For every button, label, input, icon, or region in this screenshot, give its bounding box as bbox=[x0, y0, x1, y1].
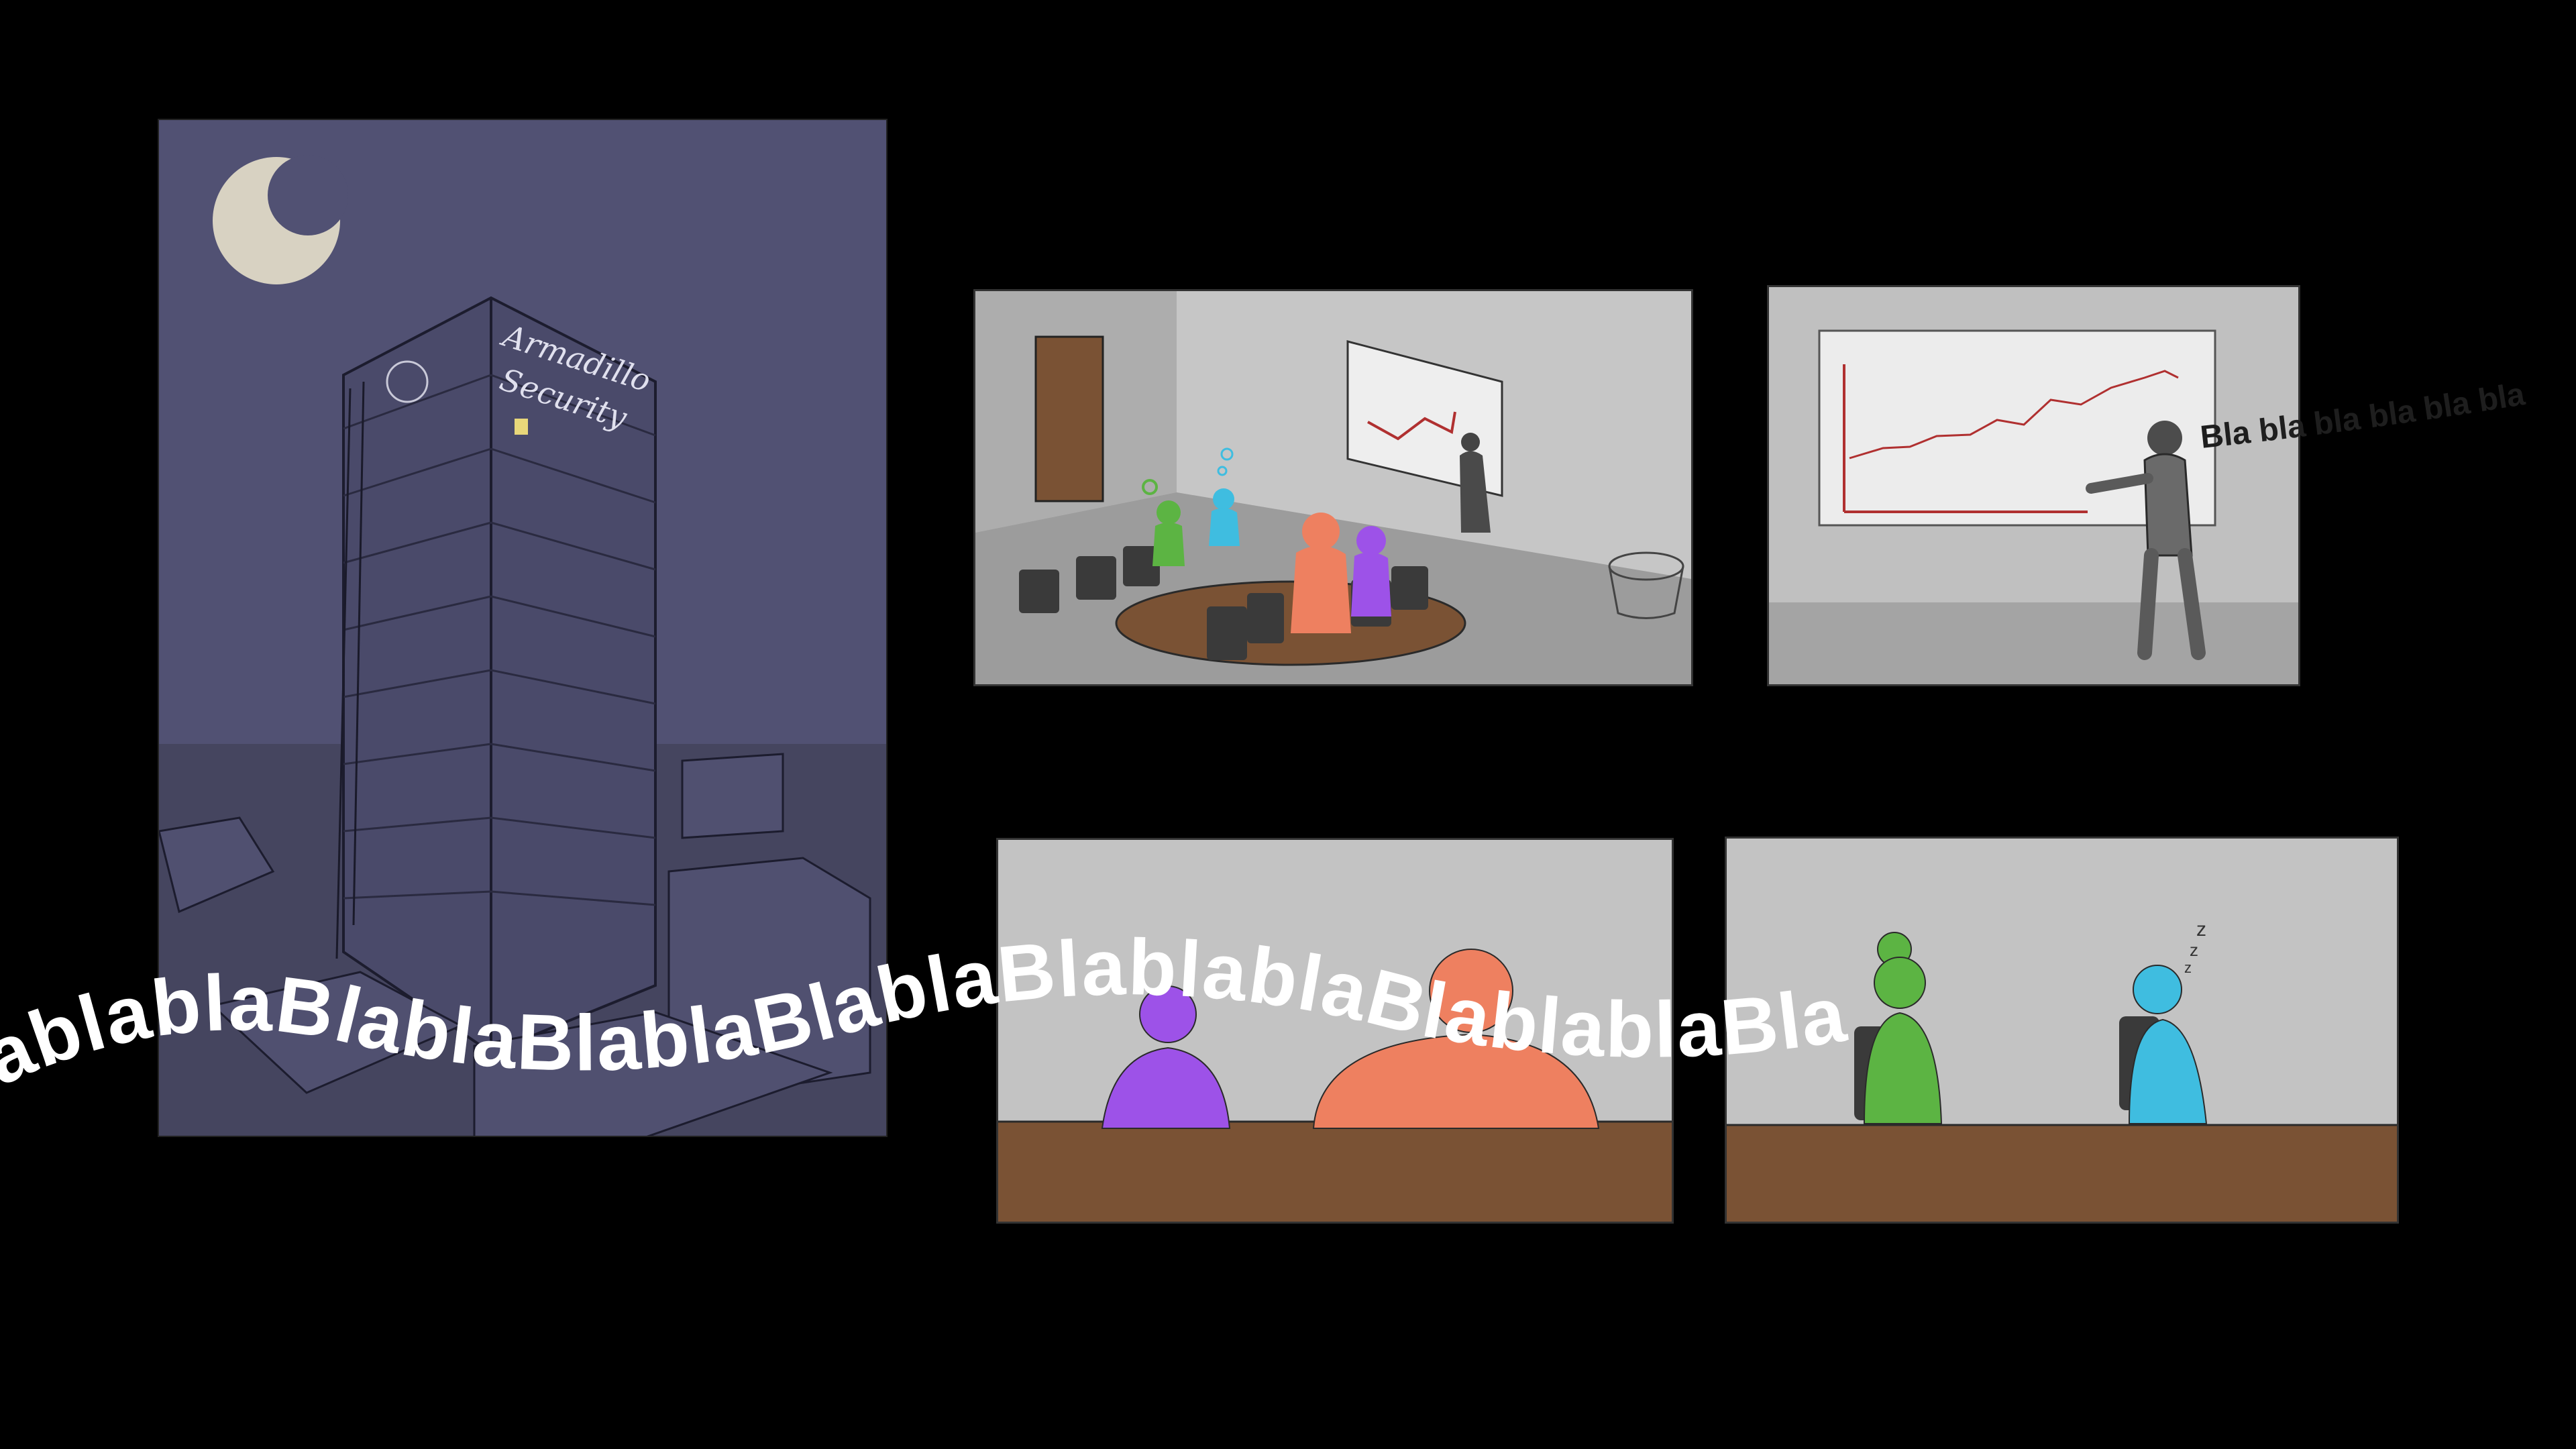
presenter-speech: Bla bla bla bla bla bla bbox=[2198, 376, 2527, 455]
bla-wave: ablablaBlablaBlablaBlablaBlablablaBlabla… bbox=[0, 923, 1852, 1102]
speech-overlay: Bla bla bla bla bla bla ablablaBlablaBla… bbox=[0, 376, 2528, 1102]
